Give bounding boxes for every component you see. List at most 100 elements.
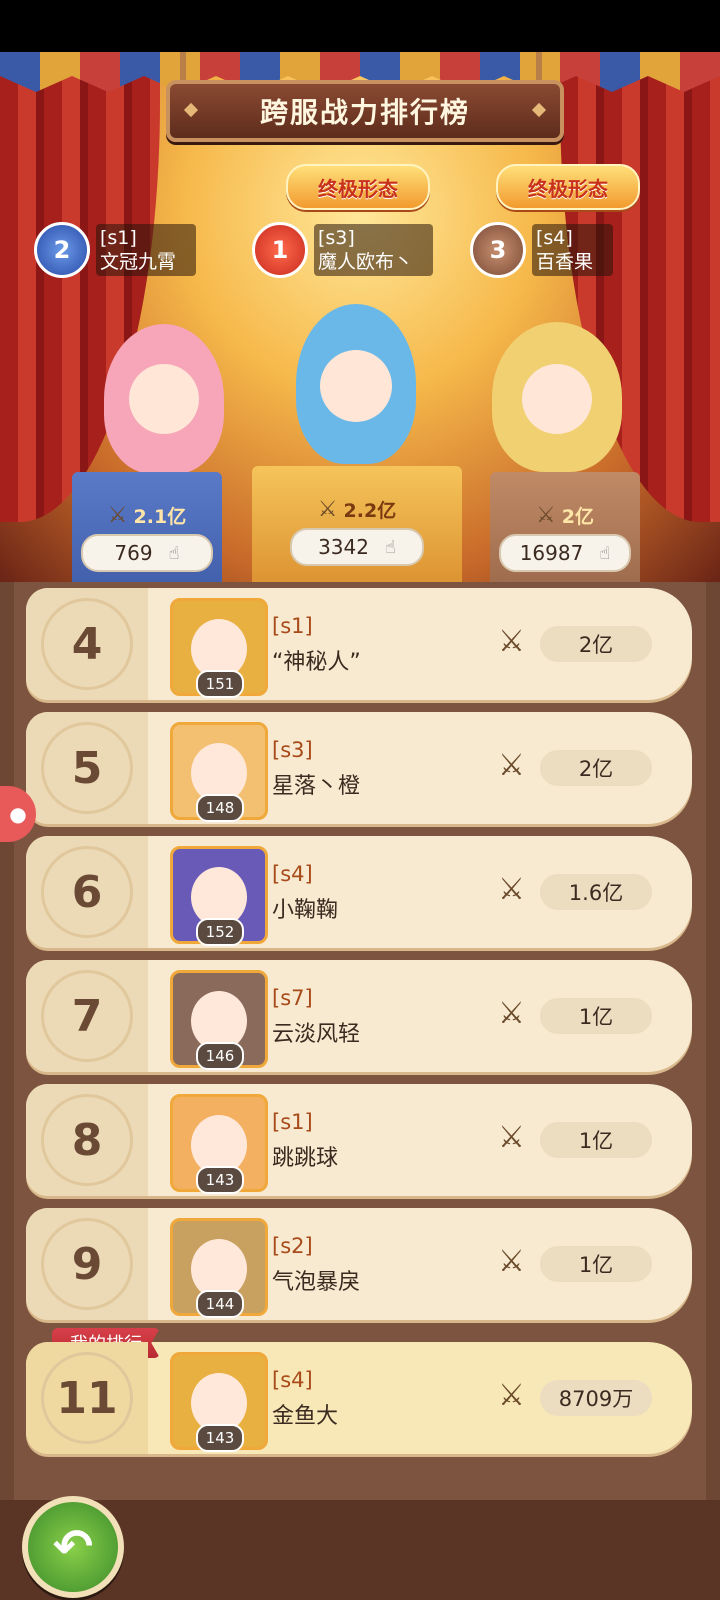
character-3-sprite[interactable] (492, 322, 622, 472)
top3-server: [s4] (536, 227, 573, 249)
rope-right (536, 52, 542, 82)
back-arrow-icon: ↶ (52, 1519, 94, 1575)
like-button[interactable]: 769 ☝ (81, 534, 213, 572)
ranking-row[interactable]: 5 148 [s3] 星落丶橙 ⚔ 2亿 (26, 712, 692, 824)
rank-number: 4 (71, 618, 103, 670)
rank-circle: 7 (41, 970, 133, 1062)
pedestal-3: ⚔ 2亿 16987 ☝ (490, 472, 640, 582)
rank-number: 11 (56, 1372, 118, 1424)
diamond-icon (183, 102, 199, 118)
ultimate-form-badge: 终极形态 (496, 164, 640, 210)
page-title: 跨服战力排行榜 (259, 96, 470, 129)
player-power: 2亿 (540, 750, 652, 786)
player-level: 146 (196, 1042, 244, 1070)
rank-circle: 9 (41, 1218, 133, 1310)
player-level: 143 (196, 1166, 244, 1194)
ranking-row[interactable]: 6 152 [s4] 小鞠鞠 ⚔ 1.6亿 (26, 836, 692, 948)
player-name: 小鞠鞠 (272, 898, 339, 923)
ultimate-form-badge: 终极形态 (286, 164, 430, 210)
player-server: [s7] (272, 986, 313, 1010)
top3-entry-1[interactable]: 1 [s3] 魔人欧布丶 (252, 222, 434, 278)
top3-server: [s1] (100, 227, 137, 249)
sword-icon: ⚔ (498, 872, 525, 907)
ranking-row[interactable]: 7 146 [s7] 云淡风轻 ⚔ 1亿 (26, 960, 692, 1072)
player-level: 143 (196, 1424, 244, 1452)
top3-power: ⚔ 2亿 (536, 502, 594, 528)
sword-icon: ⚔ (498, 1244, 525, 1279)
rank-area: 8 (26, 1084, 148, 1196)
top3-name: 文冠九霄 (100, 251, 177, 273)
rank-circle: 5 (41, 722, 133, 814)
medal-2-icon: 2 (34, 222, 90, 278)
rank-area: 4 (26, 588, 148, 700)
rank-area: 7 (26, 960, 148, 1072)
hand-like-icon: ☝ (384, 536, 396, 558)
character-2-sprite[interactable] (104, 324, 224, 474)
rank-number: 8 (71, 1114, 103, 1166)
rank-area: 11 (26, 1342, 148, 1454)
player-name: 星落丶橙 (272, 774, 361, 799)
player-power: 1亿 (540, 1122, 652, 1158)
sword-icon: ⚔ (536, 502, 556, 528)
my-rank-row[interactable]: 我的排行11143[s4]金鱼大⚔8709万 (26, 1328, 692, 1454)
pedestal-2: ⚔ 2.1亿 769 ☝ (72, 472, 222, 582)
top3-power: ⚔ 2.2亿 (317, 496, 397, 522)
player-name: 跳跳球 (272, 1146, 339, 1171)
rank-area: 9 (26, 1208, 148, 1320)
top3-name: 魔人欧布丶 (318, 251, 414, 273)
rope-left (180, 52, 186, 82)
sword-icon: ⚔ (498, 748, 525, 783)
player-level: 152 (196, 918, 244, 946)
hand-like-icon: ☝ (599, 542, 611, 564)
player-name: 云淡风轻 (272, 1022, 361, 1047)
player-server: [s4] (272, 862, 313, 886)
sword-icon: ⚔ (317, 496, 338, 522)
like-button[interactable]: 16987 ☝ (499, 534, 631, 572)
medal-3-icon: 3 (470, 222, 526, 278)
player-server: [s2] (272, 1234, 313, 1258)
ranking-row[interactable]: 4 151 [s1] “神秘人” ⚔ 2亿 (26, 588, 692, 700)
podium-stage: 跨服战力排行榜 终极形态 终极形态 2 [s1] 文冠九霄 1 [s3] 魔人欧… (0, 52, 720, 582)
back-button[interactable]: ↶ (22, 1496, 124, 1598)
top3-namebox: [s3] 魔人欧布丶 (314, 224, 434, 276)
rank-circle: 11 (41, 1352, 133, 1444)
medal-1-icon: 1 (252, 222, 308, 278)
rank-area: 6 (26, 836, 148, 948)
sword-icon: ⚔ (498, 1120, 525, 1155)
top3-server: [s3] (318, 227, 355, 249)
player-power: 8709万 (540, 1380, 652, 1416)
player-level: 151 (196, 670, 244, 698)
rank-circle: 6 (41, 846, 133, 938)
sword-icon: ⚔ (107, 502, 128, 528)
top3-entry-3[interactable]: 3 [s4] 百香果 (470, 222, 614, 278)
player-name: 气泡暴戾 (272, 1270, 361, 1295)
top3-name: 百香果 (536, 251, 594, 273)
top3-entry-2[interactable]: 2 [s1] 文冠九霄 (34, 222, 197, 278)
ranking-row[interactable]: 8 143 [s1] 跳跳球 ⚔ 1亿 (26, 1084, 692, 1196)
hand-like-icon: ☝ (168, 542, 180, 564)
player-power: 1亿 (540, 1246, 652, 1282)
rank-number: 7 (71, 990, 103, 1042)
player-server: [s4] (272, 1368, 313, 1392)
rank-circle: 8 (41, 1094, 133, 1186)
top3-power: ⚔ 2.1亿 (107, 502, 187, 528)
rank-number: 9 (71, 1238, 103, 1290)
pedestal-1: ⚔ 2.2亿 3342 ☝ (252, 466, 462, 582)
title-plate: 跨服战力排行榜 (166, 80, 564, 142)
player-server: [s3] (272, 738, 313, 762)
top3-namebox: [s4] 百香果 (532, 224, 614, 276)
player-power: 2亿 (540, 626, 652, 662)
rank-circle: 4 (41, 598, 133, 690)
ranking-row[interactable]: 9 144 [s2] 气泡暴戾 ⚔ 1亿 (26, 1208, 692, 1320)
sword-icon: ⚔ (498, 1378, 525, 1413)
player-level: 148 (196, 794, 244, 822)
rank-number: 6 (71, 866, 103, 918)
like-button[interactable]: 3342 ☝ (290, 528, 424, 566)
rank-area: 5 (26, 712, 148, 824)
sword-icon: ⚔ (498, 996, 525, 1031)
player-name: “神秘人” (272, 650, 361, 675)
player-level: 144 (196, 1290, 244, 1318)
diamond-icon (531, 102, 547, 118)
top3-namebox: [s1] 文冠九霄 (96, 224, 197, 276)
character-1-sprite[interactable] (296, 304, 416, 464)
